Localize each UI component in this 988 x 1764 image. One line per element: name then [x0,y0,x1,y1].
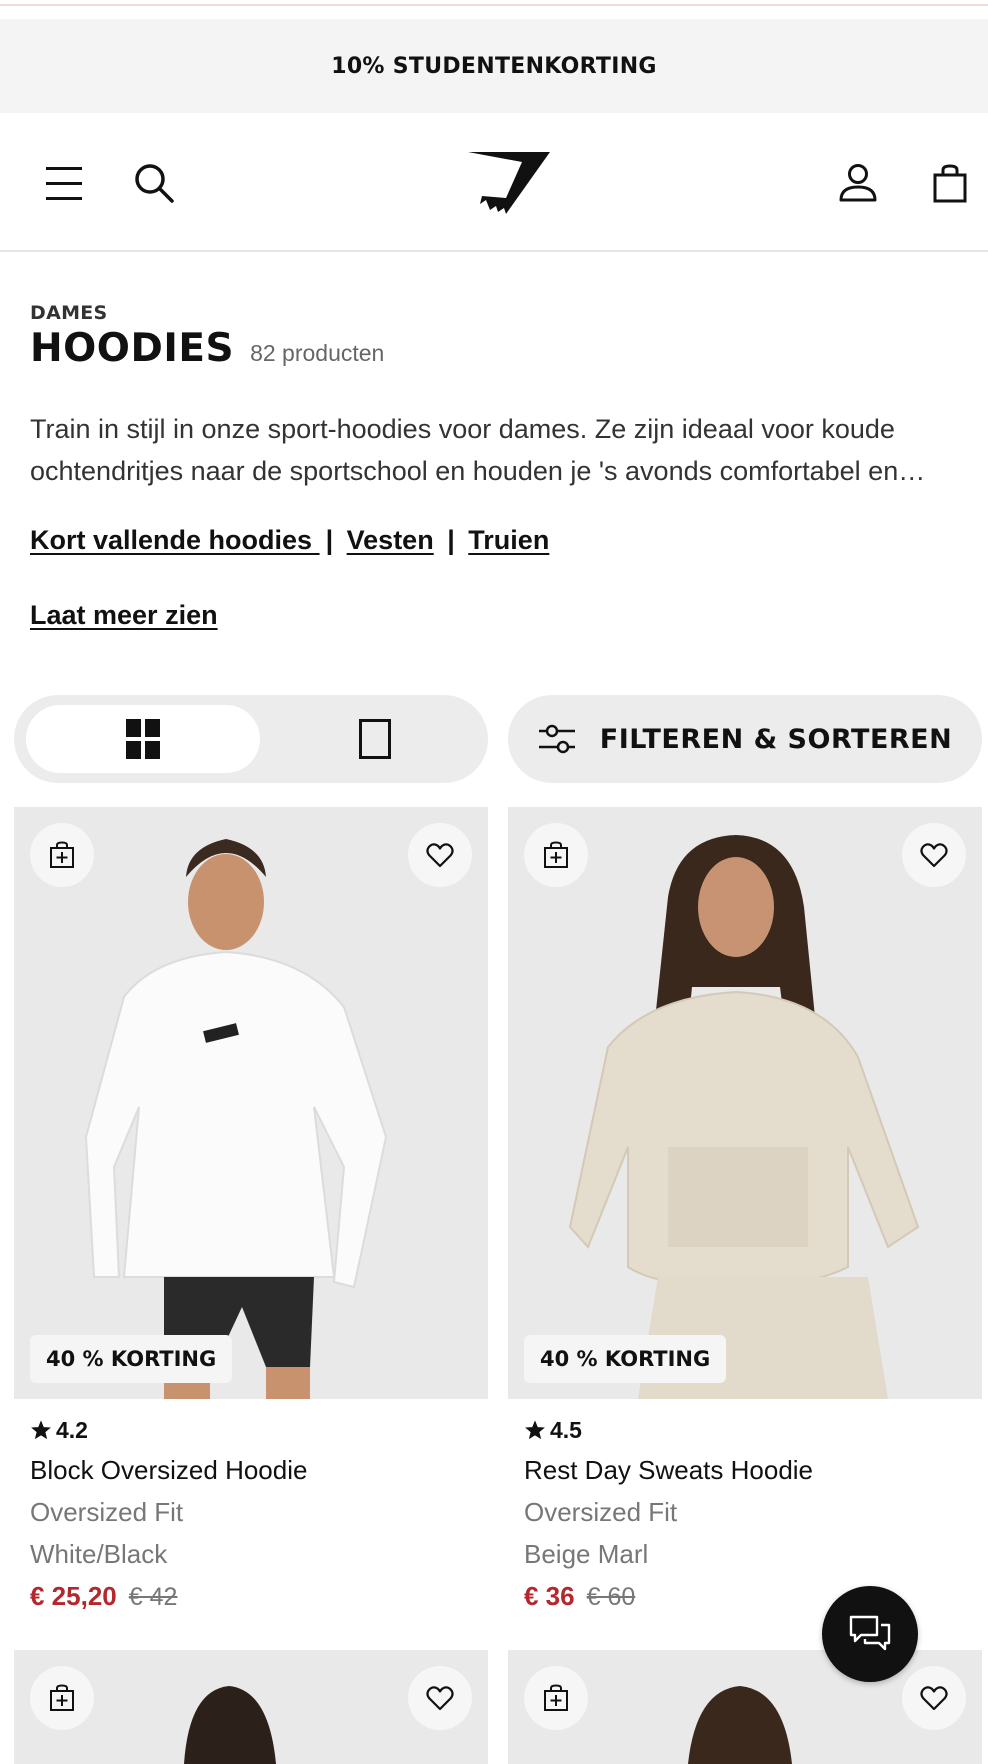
chat-button[interactable] [822,1586,918,1682]
link-truien[interactable]: Truien [468,525,549,555]
product-fit: Oversized Fit [524,1497,678,1527]
chat-icon [849,1615,891,1651]
promo-banner[interactable]: 10% STUDENTENKORTING [0,19,988,113]
product-name[interactable]: Rest Day Sweats Hoodie [524,1455,966,1489]
subcategory-links: Kort vallende hoodies | Vesten | Truien [30,525,549,556]
quick-add-bag-icon [544,1684,568,1711]
top-divider [0,0,988,6]
grid-view-button[interactable] [26,705,260,773]
site-header [0,113,988,252]
product-card-partial[interactable] [14,1650,488,1764]
gymshark-logo-icon [468,151,550,214]
link-separator: | [325,525,334,555]
rating-value: 4.5 [550,1416,582,1443]
product-card[interactable]: 40 % KORTING 4.5 Rest Day Sweats Hoodie … [508,807,982,1615]
rating-value: 4.2 [56,1416,88,1443]
filter-sliders-icon [538,724,575,754]
page-title: HOODIES [30,326,235,371]
quick-add-bag-icon [544,841,568,868]
quick-add-button[interactable] [524,823,588,887]
product-fit: Oversized Fit [30,1497,184,1527]
discount-badge: 40 % KORTING [524,1335,727,1383]
product-image[interactable]: 40 % KORTING [14,807,488,1399]
product-photo-figure [84,839,388,1399]
quick-add-bag-icon [50,841,74,868]
sale-price: € 36 [524,1581,575,1611]
product-card[interactable]: 40 % KORTING 4.2 Block Oversized Hoodie … [14,807,488,1615]
search-icon [135,163,174,203]
product-card-partial[interactable] [508,1650,982,1764]
sale-price: € 25,20 [30,1581,117,1611]
view-toggle [14,695,488,783]
star-icon [525,1420,545,1440]
product-count: 82 producten [250,340,385,366]
original-price: € 42 [128,1583,178,1611]
wishlist-button[interactable] [902,1666,966,1730]
product-rating: 4.5 [524,1415,966,1445]
title-row: HOODIES 82 producten [30,326,384,371]
category-description: Train in stijl in onze sport-hoodies voo… [30,414,899,486]
heart-icon [920,843,948,868]
link-separator: | [447,525,455,555]
heart-icon [426,843,454,868]
product-image[interactable]: 40 % KORTING [508,807,982,1399]
quick-add-button[interactable] [524,1666,588,1730]
account-icon [839,163,877,201]
quick-add-button[interactable] [30,823,94,887]
product-info: 4.5 Rest Day Sweats Hoodie Oversized Fit… [508,1415,982,1615]
single-view-icon [359,719,391,759]
heart-icon [920,1686,948,1711]
discount-badge: 40 % KORTING [30,1335,233,1383]
product-photo-figure [568,835,920,1399]
account-button[interactable] [830,113,886,252]
bag-icon [933,163,967,202]
hamburger-menu-icon [46,166,82,200]
single-view-button[interactable] [258,705,492,773]
breadcrumb[interactable]: DAMES [30,302,108,324]
product-info: 4.2 Block Oversized Hoodie Oversized Fit… [14,1415,488,1615]
product-name[interactable]: Block Oversized Hoodie [30,1455,472,1489]
search-button[interactable] [126,113,182,252]
product-rating: 4.2 [30,1415,472,1445]
link-vesten[interactable]: Vesten [347,525,434,555]
quick-add-button[interactable] [30,1666,94,1730]
price-row: € 25,20 € 42 [30,1581,472,1615]
product-colour: White/Black [30,1539,168,1569]
bag-button[interactable] [922,113,978,252]
menu-button[interactable] [36,113,92,252]
filter-sort-button[interactable]: FILTEREN & SORTEREN [508,695,982,783]
gymshark-logo[interactable] [458,113,558,252]
wishlist-button[interactable] [408,823,472,887]
promo-text: 10% STUDENTENKORTING [331,53,657,79]
product-colour: Beige Marl [524,1539,649,1569]
filter-sort-label: FILTEREN & SORTEREN [599,723,953,755]
grid-view-icon [126,719,160,759]
heart-icon [426,1686,454,1711]
quick-add-bag-icon [50,1684,74,1711]
original-price: € 60 [586,1583,636,1611]
star-icon [31,1420,51,1440]
show-more-link[interactable]: Laat meer zien [30,600,218,631]
wishlist-button[interactable] [408,1666,472,1730]
wishlist-button[interactable] [902,823,966,887]
link-kort-vallende-hoodies[interactable]: Kort vallende hoodies [30,525,320,555]
